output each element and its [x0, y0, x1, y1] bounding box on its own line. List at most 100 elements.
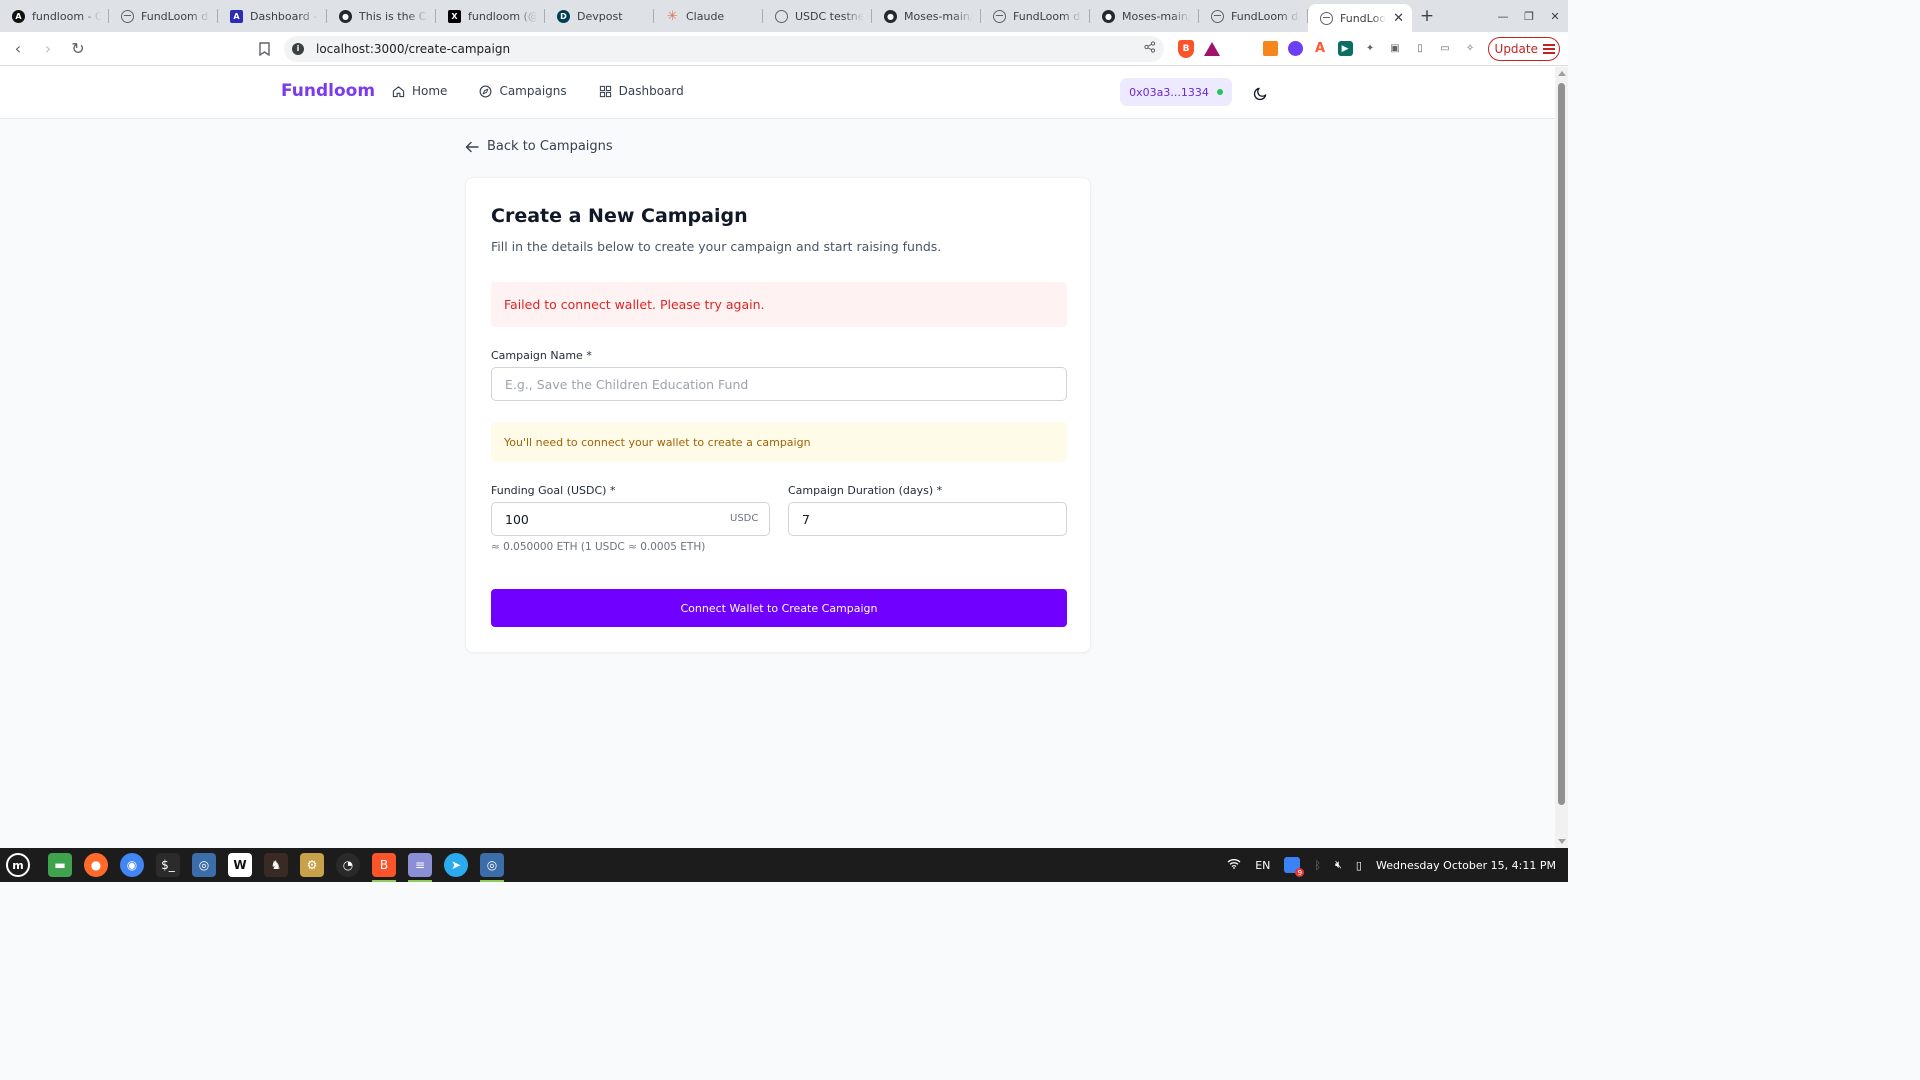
telegram-icon[interactable]: ➤ [444, 853, 468, 877]
page-scrollbar[interactable] [1555, 67, 1568, 848]
text-editor-icon[interactable]: ≡ [408, 853, 432, 882]
back-to-campaigns-link[interactable]: Back to Campaigns [465, 139, 613, 154]
page-title: Create a New Campaign [491, 205, 748, 227]
browser-tab[interactable]: ●This is the Cai [327, 0, 436, 32]
arrow-left-icon [465, 141, 479, 152]
forward-arrow-icon[interactable]: › [36, 37, 60, 61]
wallet-address: 0x03a3...1334 [1129, 85, 1209, 99]
minimize-icon[interactable]: — [1490, 0, 1516, 32]
browser-tab[interactable]: ✳ Claude [654, 0, 763, 32]
site-info-icon[interactable]: i [292, 42, 304, 55]
close-tab-icon[interactable]: ✕ [1393, 11, 1404, 26]
create-campaign-card: Create a New Campaign Fill in the detail… [465, 177, 1091, 653]
gimp-icon[interactable]: ♞ [264, 853, 288, 877]
update-button[interactable]: Update [1487, 36, 1560, 61]
connect-wallet-create-button[interactable]: Connect Wallet to Create Campaign [491, 589, 1067, 627]
globe-icon [121, 9, 134, 23]
browser-tab-active[interactable]: FundLoo ✕ [1308, 4, 1412, 32]
github-icon: ● [339, 9, 352, 23]
restore-icon[interactable]: ❐ [1516, 0, 1542, 32]
scroll-up-arrow-icon[interactable] [1558, 71, 1566, 76]
screenshot-icon[interactable]: ◎ [192, 853, 216, 877]
claude-icon: ✳ [667, 8, 678, 24]
brave-shield-icon[interactable]: B [1178, 39, 1194, 58]
address-bar[interactable]: i localhost:3000/create-campaign [284, 35, 1164, 62]
nav-dashboard[interactable]: Dashboard [599, 84, 684, 98]
chrome-icon[interactable]: ◉ [120, 853, 144, 877]
page-subtitle: Fill in the details below to create your… [491, 239, 942, 254]
app-header: Fundloom Home Campaigns Dashboard 0x03a3… [0, 67, 1555, 119]
files-icon[interactable]: ▬ [48, 853, 72, 877]
keyboard-layout[interactable]: EN [1255, 859, 1270, 872]
browser-tab[interactable]: ● Moses-main/f [1090, 0, 1199, 32]
browser-tab[interactable]: ADashboard - A [218, 0, 327, 32]
firefox-icon[interactable]: ● [84, 853, 108, 877]
webstorm-icon[interactable]: W [228, 853, 252, 877]
browser-tab[interactable]: FundLoom dA [981, 0, 1090, 32]
devpost-icon: D [557, 9, 570, 23]
globe-icon [1320, 11, 1333, 25]
funding-goal-label: Funding Goal (USDC) * [491, 484, 616, 497]
brand-logo[interactable]: Fundloom [281, 81, 375, 101]
settings-gear-icon[interactable]: ⚙ [300, 853, 324, 877]
menu-icon [1543, 43, 1555, 54]
wallet-icon[interactable]: ▭ [1438, 41, 1453, 56]
network-icon[interactable]: ▯ [1356, 859, 1362, 872]
window-controls: — ❐ ✕ [1490, 0, 1568, 32]
volume-muted-icon[interactable]: 🔇︎ [1335, 858, 1342, 872]
globe-icon [1211, 9, 1224, 23]
wallet-address-button[interactable]: 0x03a3...1334 [1120, 78, 1232, 106]
bookmark-icon[interactable] [252, 37, 276, 61]
brave-rewards-icon[interactable] [1204, 41, 1220, 56]
theme-toggle-button[interactable] [1250, 83, 1270, 103]
triangle-a-icon: A [230, 9, 243, 23]
terminal-icon[interactable]: $_ [156, 853, 180, 877]
browser-tab[interactable]: Xfundloom (@F [436, 0, 545, 32]
browser-tab[interactable]: FundLoom dA [109, 0, 218, 32]
close-window-icon[interactable]: ✕ [1542, 0, 1568, 32]
wallet-extension-icon[interactable] [1287, 41, 1303, 56]
orange-a-extension-icon[interactable]: A [1313, 41, 1328, 56]
campaign-duration-input[interactable] [788, 502, 1067, 536]
scrollbar-thumb[interactable] [1558, 83, 1565, 805]
campaign-name-input[interactable] [491, 367, 1067, 401]
back-arrow-icon[interactable]: ‹ [6, 37, 30, 61]
browser-tab[interactable]: USDC testnet [763, 0, 872, 32]
brave-icon[interactable]: B [372, 853, 396, 882]
nav-home[interactable]: Home [392, 84, 447, 98]
campaign-name-label: Campaign Name * [491, 349, 592, 362]
nav-campaigns[interactable]: Campaigns [479, 84, 567, 98]
camera-icon[interactable]: ◎ [480, 853, 504, 882]
clock[interactable]: Wednesday October 15, 4:11 PM [1376, 859, 1556, 872]
sidebar-icon[interactable]: ▯ [1413, 41, 1428, 56]
bluetooth-icon[interactable]: ᛒ [1314, 859, 1321, 872]
browser-tab[interactable]: D Devpost [545, 0, 654, 32]
start-menu-icon[interactable]: m [6, 853, 30, 877]
system-tray: EN ᛒ 🔇︎ ▯ Wednesday October 15, 4:11 PM [1227, 857, 1568, 877]
main-nav: Home Campaigns Dashboard [392, 84, 684, 98]
connected-status-dot [1216, 89, 1223, 95]
share-icon[interactable] [1144, 41, 1156, 56]
new-tab-button[interactable]: + [1412, 0, 1442, 32]
wifi-icon[interactable] [1227, 858, 1241, 872]
url-text[interactable]: localhost:3000/create-campaign [316, 42, 1144, 56]
eth-conversion-hint: ≈ 0.050000 ETH (1 USDC ≈ 0.0005 ETH) [491, 541, 706, 553]
browser-tab[interactable]: ● Moses-main/f [872, 0, 981, 32]
scroll-down-arrow-icon[interactable] [1558, 839, 1566, 844]
browser-tab[interactable]: Afundloom - Ov [0, 0, 109, 32]
browser-toolbar: ‹ › ↻ i localhost:3000/create-campaign B… [0, 32, 1568, 66]
campaign-duration-label: Campaign Duration (days) * [788, 484, 943, 497]
metamask-extension-icon[interactable] [1262, 41, 1278, 56]
timeshift-icon[interactable]: ◔ [336, 853, 360, 877]
teal-extension-icon[interactable]: ▶ [1337, 41, 1353, 56]
puzzle-extensions-icon[interactable]: ✦ [1363, 41, 1378, 56]
browser-tab[interactable]: FundLoom dA [1199, 0, 1308, 32]
moon-icon [1253, 87, 1266, 100]
screenshot-extension-icon[interactable]: ▣ [1388, 41, 1403, 56]
usdc-icon [775, 9, 788, 23]
notification-badge-icon[interactable] [1284, 857, 1305, 877]
error-alert: Failed to connect wallet. Please try aga… [491, 282, 1067, 327]
funding-goal-input[interactable] [491, 502, 770, 536]
reload-icon[interactable]: ↻ [66, 37, 90, 61]
leo-ai-icon[interactable]: ✧ [1463, 41, 1478, 56]
